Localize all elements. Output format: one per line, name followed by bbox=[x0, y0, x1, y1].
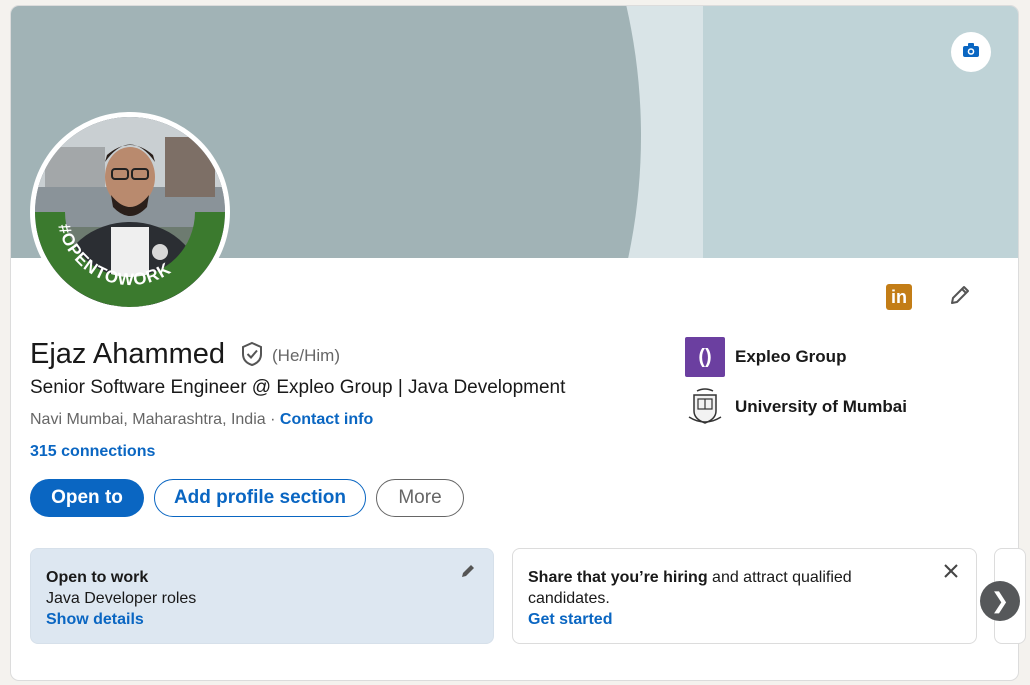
open-to-button[interactable]: Open to bbox=[30, 479, 144, 517]
carousel-next-button[interactable]: ❯ bbox=[980, 581, 1020, 621]
camera-icon bbox=[962, 42, 980, 63]
hiring-title: Share that you’re hiring bbox=[528, 569, 708, 586]
edit-intro-button[interactable] bbox=[946, 283, 974, 311]
close-icon bbox=[943, 563, 959, 585]
location-text: Navi Mumbai, Maharashtra, India bbox=[30, 411, 266, 428]
verified-shield-icon[interactable] bbox=[239, 341, 265, 367]
org-item-university[interactable]: University of Mumbai bbox=[685, 387, 907, 427]
pronouns: (He/Him) bbox=[272, 346, 340, 365]
more-button[interactable]: More bbox=[376, 479, 464, 517]
add-profile-section-button[interactable]: Add profile section bbox=[154, 479, 366, 517]
dismiss-hiring-button[interactable] bbox=[940, 563, 962, 585]
edit-banner-button[interactable] bbox=[951, 32, 991, 72]
open-to-work-panel: Open to work Java Developer roles Show d… bbox=[30, 548, 494, 644]
org-name: Expleo Group bbox=[735, 347, 847, 366]
location-line: Navi Mumbai, Maharashtra, India · Contac… bbox=[30, 411, 373, 429]
open-to-work-title: Open to work bbox=[46, 569, 149, 586]
pencil-icon bbox=[459, 562, 477, 586]
show-details-link[interactable]: Show details bbox=[46, 609, 478, 630]
org-name: University of Mumbai bbox=[735, 397, 907, 416]
profile-headline: Senior Software Engineer @ Expleo Group … bbox=[30, 377, 566, 398]
open-to-work-roles: Java Developer roles bbox=[46, 590, 197, 607]
contact-info-link[interactable]: Contact info bbox=[280, 411, 373, 428]
university-crest-icon bbox=[685, 387, 725, 427]
get-started-link[interactable]: Get started bbox=[528, 609, 961, 630]
profile-name: Ejaz Ahammed bbox=[30, 338, 226, 370]
connections-link[interactable]: 315 connections bbox=[30, 443, 155, 461]
avatar[interactable]: #OPENTOWORK bbox=[35, 117, 225, 307]
location-separator: · bbox=[270, 411, 276, 428]
org-item-expleo[interactable]: () Expleo Group bbox=[685, 337, 846, 377]
edit-open-to-work-button[interactable] bbox=[457, 563, 479, 585]
linkedin-icon[interactable]: in bbox=[886, 284, 912, 310]
hiring-text: Share that you’re hiring and attract qua… bbox=[528, 567, 928, 609]
hiring-panel: Share that you’re hiring and attract qua… bbox=[512, 548, 977, 644]
expleo-logo-icon: () bbox=[685, 337, 725, 377]
pencil-icon bbox=[948, 283, 972, 312]
